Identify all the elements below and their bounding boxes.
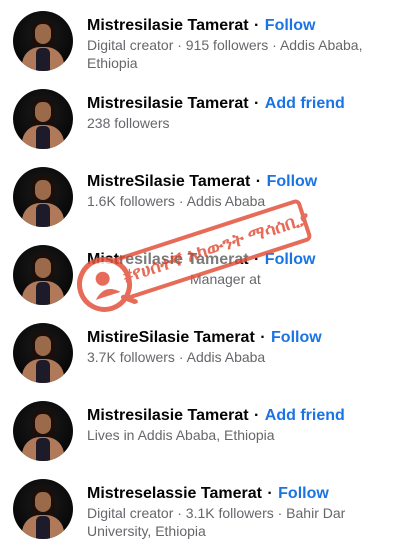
result-row[interactable]: Mistresilasie Tamerat · Add friend Lives…: [0, 398, 400, 474]
name-line: Mistreselassie Tamerat · Follow: [87, 484, 329, 503]
result-row[interactable]: MistireSilasie Tamerat · Follow 3.7K fol…: [0, 320, 400, 396]
avatar-shirt: [36, 516, 50, 539]
avatar-face: [35, 180, 51, 200]
name-line: Mistresilasie Tamerat · Follow: [87, 16, 315, 35]
profile-avatar[interactable]: [13, 323, 73, 383]
profile-avatar[interactable]: [13, 479, 73, 539]
avatar-shirt: [36, 438, 50, 461]
name-line: Mistresilasie Tamerat · Add friend: [87, 406, 345, 425]
follow-button[interactable]: Follow: [265, 17, 316, 34]
separator-dot: ·: [267, 485, 273, 502]
follow-button[interactable]: Follow: [278, 485, 329, 502]
profile-avatar[interactable]: [13, 245, 73, 305]
result-row[interactable]: Mistresilasie Tamerat · Add friend 238 f…: [0, 86, 400, 162]
avatar-face: [35, 258, 51, 278]
avatar-shirt: [36, 204, 50, 227]
avatar-shirt: [36, 360, 50, 383]
result-row[interactable]: Mistreselassie Tamerat · Follow Digital …: [0, 476, 400, 551]
profile-meta: 238 followers: [87, 115, 170, 131]
avatar-face: [35, 492, 51, 512]
profile-name[interactable]: Mistresilasie Tamerat: [87, 95, 249, 112]
profile-name[interactable]: Mistresilasie Tamerat: [87, 17, 249, 34]
profile-name[interactable]: Mistreselassie Tamerat: [87, 485, 262, 502]
avatar-shirt: [36, 282, 50, 305]
profile-avatar[interactable]: [13, 89, 73, 149]
avatar-face: [35, 102, 51, 122]
name-line: Mistresilasie Tamerat · Add friend: [87, 94, 345, 113]
profile-meta: 3.7K followers · Addis Ababa: [87, 349, 266, 365]
profile-meta: Digital creator · 915 followers · Addis …: [87, 37, 363, 71]
result-row[interactable]: Mistresilasie Tamerat · Follow Digital c…: [0, 8, 400, 84]
separator-dot: ·: [260, 329, 266, 346]
avatar-face: [35, 336, 51, 356]
avatar-shirt: [36, 48, 50, 71]
profile-meta: Digital creator · 3.1K followers · Bahir…: [87, 505, 346, 539]
profile-meta: Lives in Addis Ababa, Ethiopia: [87, 427, 275, 443]
add-friend-button[interactable]: Add friend: [265, 95, 345, 112]
profile-name[interactable]: Mistresilasie Tamerat: [87, 407, 249, 424]
separator-dot: ·: [254, 407, 260, 424]
avatar-shirt: [36, 126, 50, 149]
profile-avatar[interactable]: [13, 11, 73, 71]
profile-avatar[interactable]: [13, 401, 73, 461]
profile-avatar[interactable]: [13, 167, 73, 227]
separator-dot: ·: [254, 17, 260, 34]
separator-dot: ·: [254, 95, 260, 112]
avatar-face: [35, 414, 51, 434]
avatar-face: [35, 24, 51, 44]
follow-button[interactable]: Follow: [271, 329, 322, 346]
add-friend-button[interactable]: Add friend: [265, 407, 345, 424]
